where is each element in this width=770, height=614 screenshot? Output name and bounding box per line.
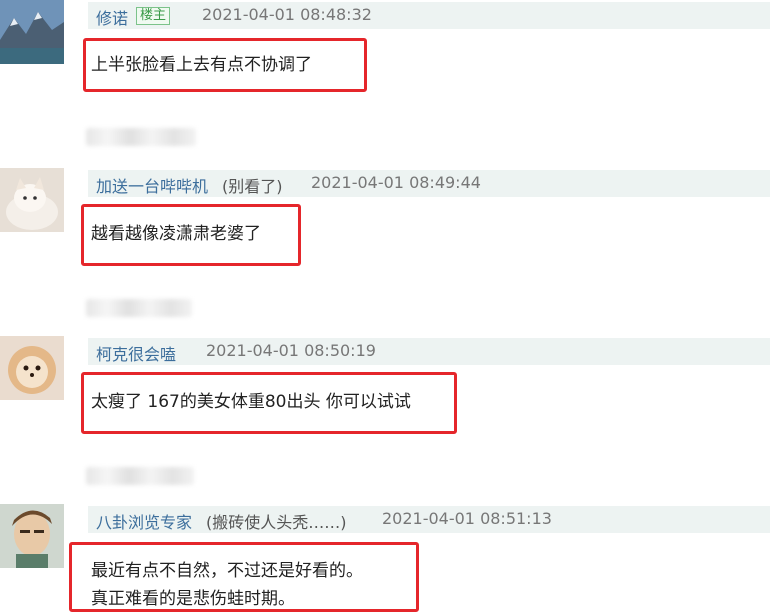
timestamp: 2021-04-01 08:50:19: [206, 341, 376, 360]
comment-2: 加送一台哔哔机 (别看了) 2021-04-01 08:49:44 越看越像凌潇…: [0, 168, 770, 317]
blurred-content: [86, 299, 192, 317]
comment-4: 八卦浏览专家 (搬砖使人头秃……) 2021-04-01 08:51:13 最近…: [0, 504, 770, 614]
comment-text: 上半张脸看上去有点不协调了: [91, 55, 312, 75]
blurred-content: [86, 467, 194, 485]
comment-text: 最近有点不自然，不过还是好看的。: [91, 561, 363, 581]
owner-badge: 楼主: [136, 7, 171, 25]
username[interactable]: 八卦浏览专家: [96, 509, 192, 533]
user-note: (别看了): [222, 177, 283, 196]
comment-3: 柯克很会嗑 2021-04-01 08:50:19 太瘦了 167的美女体重80…: [0, 336, 770, 485]
username[interactable]: 加送一台哔哔机: [96, 173, 208, 197]
timestamp: 2021-04-01 08:51:13: [382, 509, 552, 528]
username[interactable]: 修诺: [96, 5, 128, 29]
blurred-content: [86, 128, 196, 146]
comment-header: [88, 2, 770, 29]
user-note: (搬砖使人头秃……): [206, 513, 347, 532]
comment-header: [88, 338, 770, 365]
avatar[interactable]: [0, 168, 64, 232]
comment-text: 越看越像凌潇肃老婆了: [91, 224, 261, 244]
timestamp: 2021-04-01 08:48:32: [202, 5, 372, 24]
avatar[interactable]: [0, 504, 64, 568]
timestamp: 2021-04-01 08:49:44: [311, 173, 481, 192]
comment-1: 修诺 楼主 2021-04-01 08:48:32 上半张脸看上去有点不协调了: [0, 0, 770, 146]
username[interactable]: 柯克很会嗑: [96, 341, 176, 365]
comment-text: 太瘦了 167的美女体重80出头 你可以试试: [91, 392, 411, 412]
avatar[interactable]: [0, 0, 64, 64]
avatar[interactable]: [0, 336, 64, 400]
comment-text-line-2: 真正难看的是悲伤蛙时期。: [91, 589, 295, 609]
